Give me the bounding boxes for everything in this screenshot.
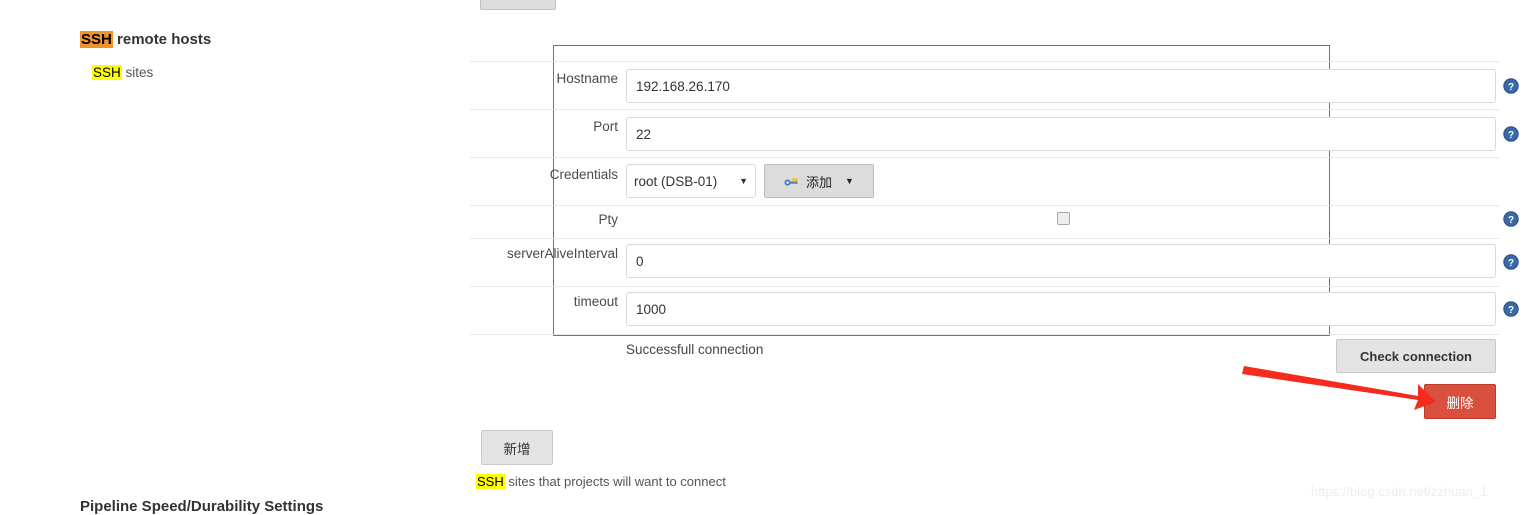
ssh-sites-help-text: SSH sites that projects will want to con… — [476, 474, 726, 489]
port-input[interactable] — [626, 117, 1496, 151]
add-credential-label: 添加 — [806, 174, 833, 190]
partial-top-button[interactable] — [480, 0, 556, 10]
chevron-down-icon: ▼ — [739, 176, 748, 186]
ssh-sites-label-highlight: SSH — [92, 65, 122, 80]
row-separator — [470, 109, 1500, 110]
svg-text:?: ? — [1508, 305, 1514, 316]
ssh-sites-help-rest: sites that projects will want to connect — [504, 474, 726, 489]
add-credential-button[interactable]: 添加 ▼ — [764, 164, 874, 198]
hostname-input[interactable] — [626, 69, 1496, 103]
page-title-highlight: SSH — [80, 31, 113, 48]
credentials-label: Credentials — [549, 167, 618, 182]
timeout-input[interactable] — [626, 292, 1496, 326]
ssh-sites-label-rest: sites — [121, 65, 154, 80]
server-alive-interval-input[interactable] — [626, 244, 1496, 278]
key-icon — [784, 176, 799, 187]
connection-status-text: Successfull connection — [626, 342, 764, 357]
chevron-down-icon: ▼ — [845, 176, 854, 186]
ssh-sites-label: SSH sites — [92, 65, 153, 80]
ssh-sites-help-highlight: SSH — [476, 474, 505, 489]
credentials-select[interactable]: root (DSB-01) ▼ — [626, 164, 756, 198]
row-separator — [470, 61, 1500, 62]
help-question-icon[interactable]: ? — [1503, 211, 1519, 227]
help-question-icon[interactable]: ? — [1503, 78, 1519, 94]
timeout-label: timeout — [573, 294, 618, 309]
row-separator — [470, 286, 1500, 287]
svg-text:?: ? — [1508, 82, 1514, 93]
help-question-icon[interactable]: ? — [1503, 254, 1519, 270]
svg-text:?: ? — [1508, 215, 1514, 226]
watermark: https://blog.csdn.net/zzhuan_1 — [1311, 484, 1488, 499]
server-alive-interval-label: serverAliveInterval — [506, 246, 618, 261]
pty-checkbox[interactable] — [1057, 212, 1070, 225]
row-separator — [470, 205, 1500, 206]
check-connection-button[interactable]: Check connection — [1336, 339, 1496, 373]
help-question-icon[interactable]: ? — [1503, 301, 1519, 317]
pty-label: Pty — [598, 212, 618, 227]
next-section-heading: Pipeline Speed/Durability Settings — [80, 498, 324, 515]
row-separator — [470, 157, 1500, 158]
delete-button[interactable]: 删除 — [1424, 384, 1496, 419]
page-title: SSH remote hosts — [80, 31, 211, 48]
svg-text:?: ? — [1508, 258, 1514, 269]
page-title-rest: remote hosts — [112, 31, 212, 48]
hostname-label: Hostname — [556, 71, 618, 86]
help-question-icon[interactable]: ? — [1503, 126, 1519, 142]
row-separator — [470, 334, 1500, 335]
add-site-button[interactable]: 新增 — [481, 430, 553, 465]
row-separator — [470, 238, 1500, 239]
port-label: Port — [593, 119, 618, 134]
credentials-select-value: root (DSB-01) — [634, 173, 718, 189]
svg-text:?: ? — [1508, 130, 1514, 141]
